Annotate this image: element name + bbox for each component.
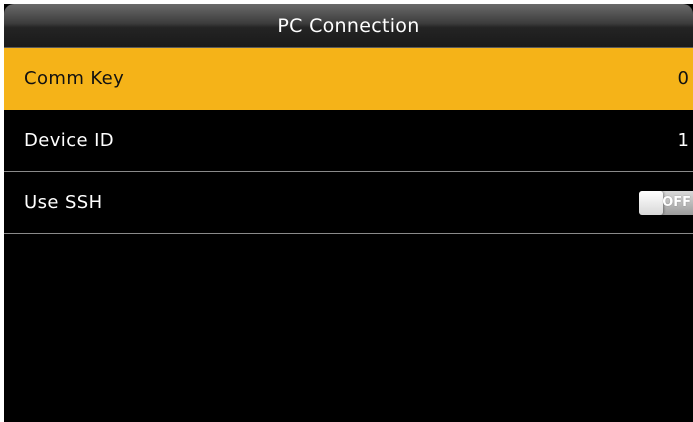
menu-item-label: Comm Key [24, 68, 125, 89]
menu-item-use-ssh[interactable]: Use SSH OFF [4, 172, 693, 234]
menu-item-label: Device ID [24, 130, 115, 151]
title-bar: PC Connection [4, 4, 693, 48]
page-title: PC Connection [277, 15, 420, 37]
menu-item-label: Use SSH [24, 192, 103, 213]
toggle-state-label: OFF [662, 195, 691, 210]
device-screen: PC Connection Comm Key 0 Device ID 1 Use… [4, 4, 693, 422]
menu-item-value: 1 [677, 130, 689, 151]
menu-item-device-id[interactable]: Device ID 1 [4, 110, 693, 172]
toggle-knob [639, 191, 663, 215]
menu-item-value: 0 [677, 68, 689, 89]
ssh-toggle-switch[interactable]: OFF [639, 191, 693, 215]
menu-item-comm-key[interactable]: Comm Key 0 [4, 48, 693, 110]
